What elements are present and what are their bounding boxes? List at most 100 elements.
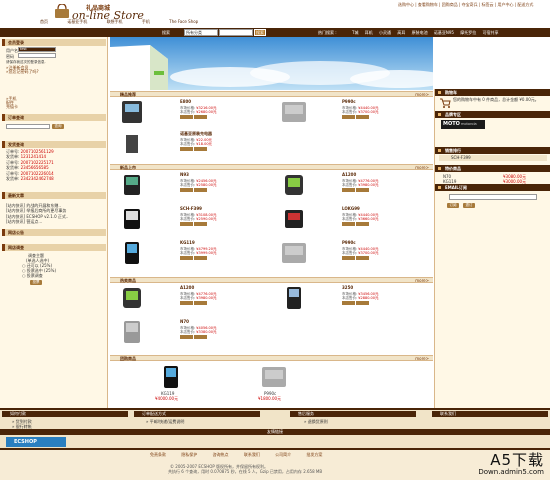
product-image[interactable] xyxy=(118,285,146,311)
group-product[interactable]: KG119 ¥4000.00元 xyxy=(155,364,195,404)
survey-option[interactable]: ○ 投票调查 xyxy=(22,273,43,279)
nav-lenovo[interactable]: 联想手机 xyxy=(107,19,123,24)
forgot-password-link[interactable]: »您忘记密码了吗? xyxy=(6,69,39,75)
search-button[interactable]: 搜索 xyxy=(254,29,266,36)
vote-button[interactable]: 投票 xyxy=(30,280,42,285)
product-name[interactable]: LOKG99 xyxy=(342,206,360,211)
product-image[interactable] xyxy=(280,285,308,311)
footer-link[interactable]: 免责条款 xyxy=(150,452,166,457)
product-buttons[interactable] xyxy=(180,188,208,192)
hot-link[interactable]: 摩托罗拉 xyxy=(460,30,476,35)
product-buttons[interactable] xyxy=(342,256,370,260)
product-item[interactable]: P990c 市场价格: ¥4440.00元 本店售价: ¥3700.00元 xyxy=(280,240,430,270)
product-buttons[interactable] xyxy=(342,115,370,119)
shopping-bag-logo-icon xyxy=(55,4,69,18)
subscribe-button[interactable]: 订阅 xyxy=(447,203,459,208)
hot-link[interactable]: 诺基亚N95 xyxy=(434,30,454,35)
nav-phone[interactable]: 手机 xyxy=(142,19,150,24)
email-input[interactable] xyxy=(449,194,537,200)
product-image[interactable] xyxy=(118,99,146,125)
product-item[interactable]: A1200 市场价格: ¥4776.00元 本店售价: ¥3980.00元 xyxy=(280,172,430,202)
more-link[interactable]: more> xyxy=(415,356,429,361)
product-image[interactable] xyxy=(280,172,308,198)
product-image[interactable] xyxy=(118,206,146,232)
password-input[interactable] xyxy=(18,53,56,58)
order-query-button[interactable]: 查询 xyxy=(52,124,64,129)
nav-faceshop[interactable]: The Face Shop xyxy=(169,19,198,24)
product-image[interactable] xyxy=(118,240,146,266)
banner-image[interactable] xyxy=(110,37,433,90)
help-link[interactable]: » 平邮/快递/运费说明 xyxy=(146,419,184,425)
product-name[interactable]: N70 xyxy=(180,319,189,324)
more-link[interactable]: more> xyxy=(415,278,429,283)
product-buttons[interactable] xyxy=(180,147,208,151)
brand-logo[interactable]: MOTO motorola xyxy=(441,120,485,129)
product-item[interactable]: P990c 市场价格: ¥4440.00元 本店售价: ¥3700.00元 xyxy=(280,99,430,129)
product-name[interactable]: A1200 xyxy=(180,285,194,290)
product-buttons[interactable] xyxy=(180,222,208,226)
unsubscribe-button[interactable]: 退订 xyxy=(463,203,475,208)
product-name[interactable]: KG119 xyxy=(180,240,195,245)
nav-nokia[interactable]: 诺基亚手机 xyxy=(67,19,87,24)
order-number-input[interactable] xyxy=(6,124,50,129)
nav-home[interactable]: 首页 xyxy=(40,19,48,24)
hot-link[interactable]: 耳机 xyxy=(365,30,373,35)
footer-link[interactable]: 批发方案 xyxy=(306,452,322,457)
product-name[interactable]: SCH-F399 xyxy=(180,206,202,211)
hot-link[interactable]: 小灵通 xyxy=(379,30,391,35)
hot-link[interactable]: 高耳 xyxy=(397,30,405,35)
product-image[interactable] xyxy=(118,319,146,345)
footer-link[interactable]: 咨询热点 xyxy=(213,452,229,457)
help-link[interactable]: » 退换货原则 xyxy=(304,419,328,425)
ecshop-logo[interactable]: ECSHOP xyxy=(6,437,66,447)
more-link[interactable]: more> xyxy=(415,165,429,170)
product-item[interactable]: N70 市场价格: ¥4056.00元 本店售价: ¥3380.00元 xyxy=(118,319,268,349)
search-input[interactable] xyxy=(219,29,253,36)
product-buttons[interactable] xyxy=(342,301,370,305)
product-name[interactable]: N93 xyxy=(180,172,189,177)
group-product[interactable]: P990c ¥1800.00元 xyxy=(258,364,298,404)
product-item[interactable]: SCH-F399 市场价格: ¥3108.00元 本店售价: ¥2590.00元 xyxy=(118,206,268,236)
username-input[interactable]: test xyxy=(18,47,56,52)
footer-link[interactable]: 联系我们 xyxy=(244,452,260,457)
product-buttons[interactable] xyxy=(342,188,370,192)
tree-item[interactable]: 充值卡 xyxy=(6,104,18,110)
footer-link[interactable]: 隐私保护 xyxy=(181,452,197,457)
product-buttons[interactable] xyxy=(180,335,208,339)
product-name[interactable]: 诺基亚原装充电器 xyxy=(180,131,212,137)
more-link[interactable]: more> xyxy=(415,92,429,97)
product-buttons[interactable] xyxy=(180,115,208,119)
product-buttons[interactable] xyxy=(180,256,208,260)
product-item[interactable]: KG119 市场价格: ¥4799.20元 本店售价: ¥3999.00元 xyxy=(118,240,268,270)
product-name[interactable]: P990c xyxy=(342,99,356,104)
product-name[interactable]: A1200 xyxy=(342,172,356,177)
product-image[interactable] xyxy=(280,99,308,125)
product-image[interactable] xyxy=(280,240,308,266)
sales-rank-item[interactable]: SCH-F399 xyxy=(439,155,547,161)
product-item[interactable]: E800 市场价格: ¥3216.00元 本店售价: ¥2680.00元 xyxy=(118,99,268,129)
footer-link[interactable]: 公司简介 xyxy=(275,452,291,457)
cart-summary[interactable]: 您的购物车中有 0 件商品，总计金额 ¥0.00元。 xyxy=(453,97,545,102)
product-name[interactable]: P990c xyxy=(342,240,356,245)
hot-link[interactable]: 原装电池 xyxy=(412,30,428,35)
product-image[interactable] xyxy=(118,131,146,157)
product-item[interactable]: LOKG99 市场价格: ¥4440.00元 本店售价: ¥3660.00元 xyxy=(280,206,430,236)
product-item[interactable]: 诺基亚原装充电器 市场价格: ¥22.00元 本店售价: ¥18.00元 xyxy=(118,131,268,161)
product-name[interactable]: 3250 xyxy=(342,285,353,290)
product-buttons[interactable] xyxy=(342,222,370,226)
product-image[interactable] xyxy=(118,172,146,198)
product-item[interactable]: N93 市场价格: ¥2456.00元 本店售价: ¥2580.00元 xyxy=(118,172,268,202)
top-links[interactable]: 选购中心 | 查看购物车 | 团购商品 | 夺宝奇兵 | 标签云 | 用户中心 … xyxy=(398,2,533,8)
product-buttons[interactable] xyxy=(180,301,208,305)
product-item[interactable]: 3250 市场价格: ¥3456.00元 本店售价: ¥2880.00元 xyxy=(280,285,430,315)
product-name[interactable]: E800 xyxy=(180,99,191,104)
help-shipping-title: 订单配送方式 xyxy=(134,411,260,417)
hot-link[interactable]: T城 xyxy=(352,30,358,35)
product-item[interactable]: A1200 市场价格: ¥4776.00元 本店售价: ¥3980.00元 xyxy=(118,285,268,315)
news-item[interactable]: [站内快讯] 营运点... xyxy=(6,219,42,225)
search-category-select[interactable]: 所有分类 xyxy=(184,29,218,36)
product-image[interactable] xyxy=(260,364,288,390)
hot-link[interactable]: 可宿共享 xyxy=(483,30,499,35)
product-image[interactable] xyxy=(280,206,308,232)
product-image[interactable] xyxy=(157,364,185,390)
